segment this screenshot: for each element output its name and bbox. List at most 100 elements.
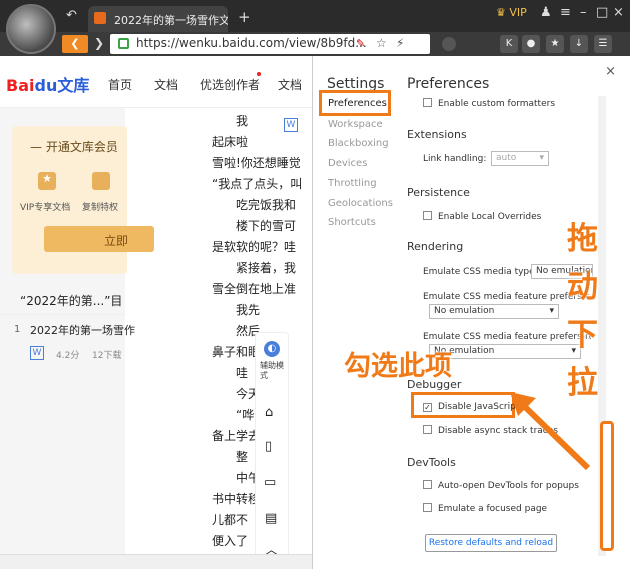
word-doc-icon: W: [284, 118, 298, 132]
doc-line: 雪啦!你还想睡觉: [212, 156, 301, 170]
vip-doc-icon: ★: [38, 172, 56, 190]
word-icon: W: [30, 346, 44, 360]
related-index: 1: [14, 324, 21, 335]
prefers-reduced-label: Emulate CSS media feature prefers-reduce…: [423, 332, 591, 342]
tab-title: 2022年的第一场雪作文: [114, 14, 228, 27]
comment-icon[interactable]: ▭: [264, 475, 276, 490]
nav-preferences[interactable]: Preferences: [328, 98, 387, 109]
arrow-shaft: [519, 401, 591, 471]
doc-line: 楼下的雪可: [236, 219, 297, 233]
doc-line: 吃完饭我和: [236, 198, 297, 212]
forward-icon[interactable]: ❯: [94, 36, 104, 50]
custom-formatters-checkbox[interactable]: [423, 98, 432, 107]
close-window-button[interactable]: ×: [613, 5, 624, 20]
floating-toolbar: ◐ 辅助模式 ⌂ ▯ ▭ ▤ ︿: [255, 332, 289, 562]
star-icon[interactable]: ☆: [376, 36, 387, 50]
close-settings-button[interactable]: ×: [605, 64, 616, 79]
doc-line: 哇: [236, 366, 249, 380]
url-text: https://wenku.baidu.com/view/8b9fd...: [136, 36, 367, 50]
doc-line: “我点了点头，叫: [212, 177, 303, 191]
browser-tab[interactable]: 2022年的第一场雪作文: [88, 6, 228, 32]
baidu-logo[interactable]: Baidu文库: [6, 72, 89, 96]
doc-line: 我先: [236, 303, 261, 317]
vip-feature-1: VIP专享文档: [20, 203, 71, 213]
skin-icon[interactable]: ♟: [540, 5, 552, 20]
devtools-heading: DevTools: [407, 456, 456, 469]
nav-devices[interactable]: Devices: [328, 158, 367, 169]
crown-icon: ♛: [496, 6, 506, 19]
doc-title[interactable]: “2022年的第...”目: [20, 292, 122, 309]
auto-open-label: Auto-open DevTools for popups: [438, 481, 579, 491]
phone-icon[interactable]: ▯: [265, 439, 272, 454]
nav-throttling[interactable]: Throttling: [328, 178, 377, 189]
nav-docs[interactable]: 文档: [154, 76, 178, 93]
nav-workspace[interactable]: Workspace: [328, 119, 383, 130]
settings-scrollbar-thumb[interactable]: [600, 421, 614, 551]
vip-buy-button[interactable]: 立即: [44, 226, 154, 252]
drag-char-3: 下: [567, 317, 598, 353]
eye-icon[interactable]: [442, 37, 456, 51]
vip-card: — 开通文库会员 ★ VIP专享文档 复制特权 立即: [12, 126, 154, 274]
lightning-icon[interactable]: ⚡: [396, 36, 404, 50]
clipboard-icon[interactable]: ▤: [265, 511, 277, 526]
emulate-focus-option[interactable]: Emulate a focused page: [423, 503, 547, 514]
emulate-focus-label: Emulate a focused page: [438, 504, 548, 514]
notification-dot: [257, 72, 261, 76]
web-page: Baidu文库 首页 文档 优选创作者 文档 — 开通文库会员 ★ VIP专享文…: [0, 56, 312, 569]
doc-line: “哗: [236, 408, 255, 422]
local-overrides-option[interactable]: Enable Local Overrides: [423, 211, 541, 222]
assist-mode-icon[interactable]: ◐: [264, 341, 280, 357]
rendering-heading: Rendering: [407, 240, 464, 253]
vip-card-title-text: 开通文库会员: [45, 140, 118, 154]
vip-card-title: — 开通文库会员: [30, 140, 118, 154]
logo-text: Bai: [6, 76, 35, 95]
maximize-button[interactable]: □: [596, 5, 608, 20]
favicon-icon: [94, 12, 106, 24]
minimize-button[interactable]: –: [580, 5, 587, 20]
nav-home[interactable]: 首页: [108, 76, 132, 93]
download-icon[interactable]: ↓: [570, 35, 588, 53]
link-handling-select[interactable]: auto ▾: [491, 151, 549, 166]
local-overrides-label: Enable Local Overrides: [438, 212, 542, 222]
new-tab-button[interactable]: +: [238, 8, 251, 26]
vip-label: VIP: [509, 6, 527, 19]
extension-icon[interactable]: ✎: [356, 37, 365, 50]
more-icon[interactable]: ☰: [594, 35, 612, 53]
browser-logo-icon[interactable]: [6, 4, 56, 54]
nav-docs-2[interactable]: 文档: [278, 76, 302, 93]
doc-line: 书中转移: [212, 492, 261, 506]
auto-open-option[interactable]: Auto-open DevTools for popups: [423, 480, 579, 491]
drag-char-1: 拖: [567, 221, 598, 257]
vip-badge[interactable]: ♛ VIP: [496, 6, 527, 19]
preferences-title: Preferences: [407, 76, 490, 92]
back-history-icon[interactable]: ↶: [66, 8, 77, 23]
menu-icon[interactable]: ≡: [560, 5, 571, 20]
auto-open-checkbox[interactable]: [423, 480, 432, 489]
doc-line: 我: [236, 114, 249, 128]
local-overrides-checkbox[interactable]: [423, 211, 432, 220]
custom-formatters-option[interactable]: Enable custom formatters: [423, 98, 555, 109]
emulate-focus-checkbox[interactable]: [423, 503, 432, 512]
k-icon[interactable]: K: [500, 35, 518, 53]
disable-async-checkbox[interactable]: [423, 425, 432, 434]
doc-line: 雪全倒在地上准: [212, 282, 297, 296]
custom-formatters-label: Enable custom formatters: [438, 99, 556, 109]
divider: [0, 314, 125, 315]
related-doc-title[interactable]: 2022年的第一场雪作: [30, 322, 135, 338]
briefcase-icon[interactable]: ⌂: [265, 405, 273, 420]
lock-icon[interactable]: ●: [522, 35, 540, 53]
disable-javascript-checkbox[interactable]: ✓: [423, 403, 432, 412]
media-type-label: Emulate CSS media type: [423, 267, 535, 277]
nav-creators[interactable]: 优选创作者: [200, 76, 260, 93]
nav-shortcuts[interactable]: Shortcuts: [328, 217, 376, 228]
prefers-color-value: No emulation: [434, 306, 495, 316]
nav-geolocations[interactable]: Geolocations: [328, 198, 393, 209]
doc-line: 起床啦: [212, 135, 249, 149]
restore-defaults-button[interactable]: Restore defaults and reload: [425, 534, 557, 552]
back-button[interactable]: ❮: [62, 35, 88, 53]
prefers-color-select[interactable]: No emulation ▾: [429, 304, 559, 319]
doc-line: 是软软的呢？哇: [212, 240, 297, 254]
horizontal-scrollbar[interactable]: [0, 554, 312, 569]
nav-blackboxing[interactable]: Blackboxing: [328, 138, 389, 149]
favorite-icon[interactable]: ★: [546, 35, 564, 53]
